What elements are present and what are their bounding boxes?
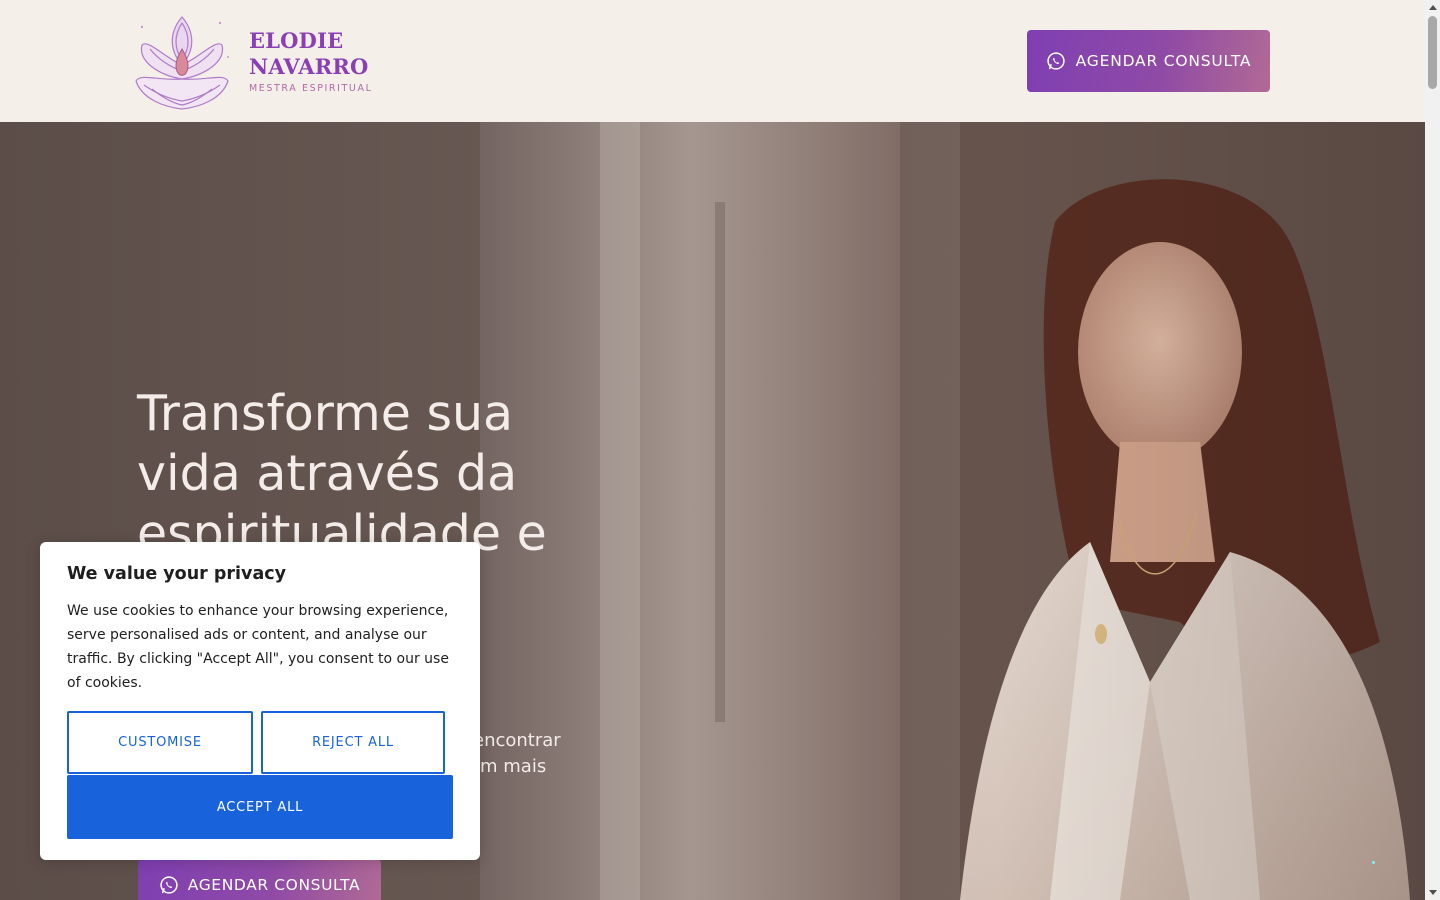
logo-name-line2: NAVARRO [249, 54, 369, 79]
site-header: ELODIE NAVARRO MESTRA ESPIRITUAL AGENDAR… [0, 0, 1425, 122]
whatsapp-icon [1046, 52, 1065, 70]
whatsapp-icon [160, 876, 178, 894]
page: ELODIE NAVARRO MESTRA ESPIRITUAL AGENDAR… [0, 0, 1440, 900]
status-dot [1372, 861, 1375, 864]
hero-schedule-label: AGENDAR CONSULTA [187, 876, 361, 894]
logo-text: ELODIE NAVARRO MESTRA ESPIRITUAL [249, 28, 372, 94]
cookie-customise-button[interactable]: CUSTOMISE [67, 711, 253, 774]
scrollbar-thumb[interactable] [1428, 16, 1437, 89]
page-scrollbar[interactable] [1425, 0, 1440, 900]
logo[interactable]: ELODIE NAVARRO MESTRA ESPIRITUAL [130, 8, 390, 114]
header-schedule-label: AGENDAR CONSULTA [1075, 52, 1252, 70]
cookie-reject-all-button[interactable]: REJECT ALL [261, 711, 445, 774]
hero-schedule-button[interactable]: AGENDAR CONSULTA [138, 860, 381, 900]
header-schedule-button[interactable]: AGENDAR CONSULTA [1027, 30, 1270, 92]
logo-name-line1: ELODIE [249, 28, 344, 53]
cookie-title: We value your privacy [67, 564, 287, 584]
cookie-description: We use cookies to enhance your browsing … [67, 603, 449, 691]
cookie-consent-dialog: We value your privacy We use cookies to … [40, 542, 480, 860]
scroll-down-arrow-icon[interactable] [1425, 885, 1440, 900]
logo-subtitle: MESTRA ESPIRITUAL [249, 83, 373, 94]
scroll-up-arrow-icon[interactable] [1425, 0, 1440, 15]
cookie-accept-all-button[interactable]: ACCEPT ALL [67, 775, 453, 839]
hero-title: Transforme sua vida através da espiritua… [137, 385, 547, 562]
lotus-logo-icon [135, 16, 229, 110]
